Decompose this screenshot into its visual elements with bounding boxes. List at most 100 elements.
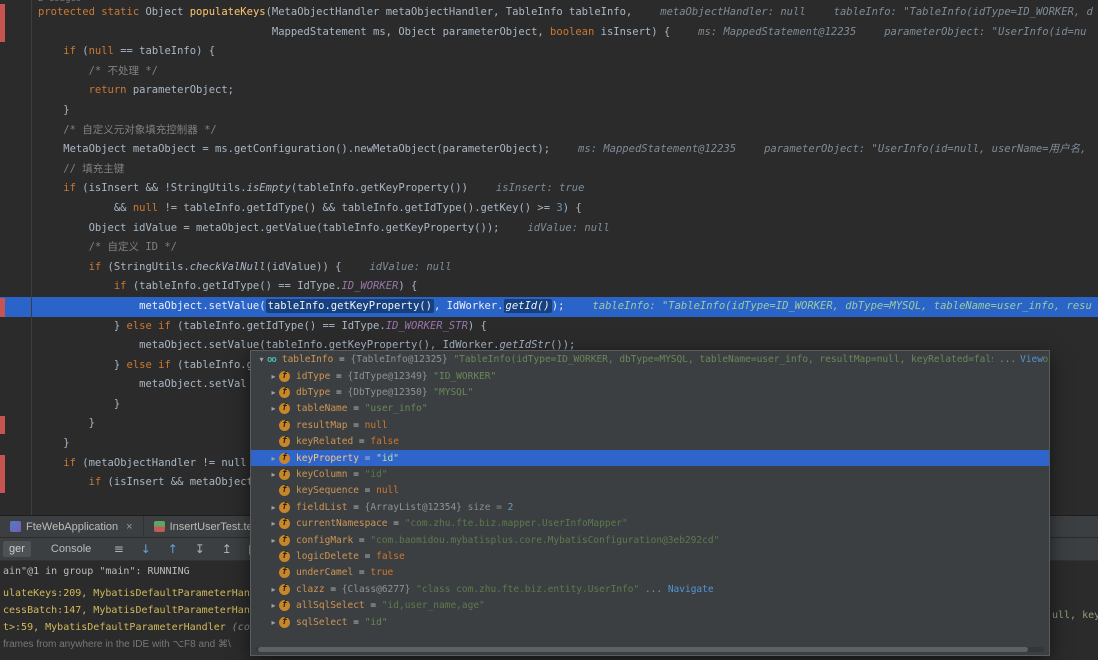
editor-line[interactable]: // 填充主键 [0, 160, 1098, 180]
editor-line[interactable]: if (null == tableInfo) { [0, 42, 1098, 62]
chevron-icon[interactable]: ▸ [268, 601, 279, 610]
field-icon: f [279, 436, 290, 447]
editor-line[interactable]: Object idValue = metaObject.getValue(tab… [0, 219, 1098, 239]
code-token: return [89, 84, 133, 96]
breakpoint-stripe[interactable] [0, 455, 5, 493]
chevron-icon[interactable]: ▸ [268, 536, 279, 545]
chevron-icon[interactable]: ▸ [268, 503, 279, 512]
chevron-icon[interactable]: ▸ [268, 585, 279, 594]
variable-row[interactable]: ▸fkeyColumn = "id" [251, 466, 1049, 482]
step-into-icon[interactable]: ↧ [192, 542, 207, 556]
variable-value: null [376, 485, 399, 496]
variable-row[interactable]: fresultMap = null [251, 417, 1049, 433]
frame-text: t>:59, MybatisDefaultParameterHandler [3, 622, 232, 633]
field-icon: f [279, 535, 290, 546]
step-out-icon[interactable]: ↥ [219, 542, 234, 556]
code-token: (isInsert && !StringUtils. [82, 182, 246, 194]
variable-row[interactable]: ▸fdbType = {DbType@12350} "MYSQL" [251, 384, 1049, 400]
variable-row[interactable]: ▸fidType = {IdType@12349} "ID_WORKER" [251, 368, 1049, 384]
chevron-icon[interactable]: ▸ [268, 404, 279, 413]
tool-tab[interactable]: FteWebApplication× [0, 516, 144, 537]
soft-wrap-icon[interactable]: ≡ [111, 542, 126, 556]
editor-line[interactable]: if (isInsert && !StringUtils.isEmpty(tab… [0, 179, 1098, 199]
code-token: if [63, 45, 82, 57]
variable-row[interactable]: flogicDelete = false [251, 548, 1049, 564]
variable-row[interactable]: ▸fclazz = {Class@6277} "class com.zhu.ft… [251, 581, 1049, 597]
equals-sign: = [359, 551, 376, 562]
variable-name: allSqlSelect [296, 600, 365, 611]
debugger-hint-text: frames from anywhere in the IDE with ⌥F8… [3, 639, 231, 650]
variable-rows: ▾ootableInfo = {TableInfo@12325} "TableI… [251, 351, 1049, 630]
chevron-icon[interactable]: ▾ [256, 355, 267, 364]
editor-line[interactable]: if (tableInfo.getIdType() == IdType.ID_W… [0, 277, 1098, 297]
chevron-icon[interactable]: ▸ [268, 454, 279, 463]
variable-row[interactable]: ▾ootableInfo = {TableInfo@12325} "TableI… [251, 351, 1049, 368]
variable-name: currentNamespace [296, 518, 388, 529]
variable-value: false [370, 436, 399, 447]
code-token: MappedStatement ms, Object parameterObje… [38, 26, 550, 38]
variable-row[interactable]: ▸ftableName = "user_info" [251, 401, 1049, 417]
variable-value: 2 [508, 502, 514, 513]
scroll-down-icon[interactable]: ↓ [138, 542, 153, 556]
variable-row[interactable]: ▸fallSqlSelect = "id,user_name,age" [251, 597, 1049, 613]
breakpoint-stripe[interactable] [0, 416, 5, 434]
breakpoint-stripe[interactable] [0, 298, 5, 317]
variable-value: ... [639, 584, 668, 595]
variable-row[interactable]: ▸fconfigMark = "com.baomidou.mybatisplus… [251, 532, 1049, 548]
variable-row[interactable]: fkeySequence = null [251, 483, 1049, 499]
code-token: parameterObject; [133, 84, 234, 96]
chevron-icon[interactable]: ▸ [268, 470, 279, 479]
editor-line[interactable]: /* 不处理 */ [0, 62, 1098, 82]
editor-line[interactable]: if (StringUtils.checkValNull(idValue)) {… [0, 258, 1098, 278]
code-token [38, 457, 63, 469]
code-token: ); [552, 300, 565, 312]
editor-line[interactable]: return parameterObject; [0, 81, 1098, 101]
field-icon: f [279, 453, 290, 464]
horizontal-scrollbar[interactable] [256, 647, 1044, 652]
code-token: if [63, 182, 82, 194]
ellipsis-text: ... [999, 354, 1016, 365]
field-icon: f [279, 502, 290, 513]
editor-line[interactable]: } else if (tableInfo.getIdType() == IdTy… [0, 317, 1098, 337]
variable-name: keyProperty [296, 453, 359, 464]
editor-line[interactable]: /* 自定义 ID */ [0, 238, 1098, 258]
inline-debug-hint: isInsert: true [496, 182, 585, 194]
console-tab[interactable]: Console [45, 541, 97, 557]
variable-row[interactable]: ▸fcurrentNamespace = "com.zhu.fte.biz.ma… [251, 516, 1049, 532]
field-icon: f [279, 371, 290, 382]
editor-line[interactable]: } [0, 101, 1098, 121]
variable-value: {TableInfo@12325} [351, 354, 454, 365]
chevron-icon[interactable]: ▸ [268, 372, 279, 381]
code-token: MetaObject metaObject = ms.getConfigurat… [38, 143, 550, 155]
view-link[interactable]: View [1020, 354, 1043, 365]
editor-line[interactable]: && null != tableInfo.getIdType() && tabl… [0, 199, 1098, 219]
field-icon: f [279, 485, 290, 496]
editor-line[interactable]: MappedStatement ms, Object parameterObje… [0, 23, 1098, 43]
editor-line[interactable]: protected static Object populateKeys(Met… [0, 3, 1098, 23]
variable-row[interactable]: fkeyRelated = false [251, 434, 1049, 450]
equals-sign: = [347, 617, 364, 628]
variable-row[interactable]: ▸fsqlSelect = "id" [251, 614, 1049, 630]
close-icon[interactable]: × [126, 521, 132, 533]
scroll-up-icon[interactable]: ↑ [165, 542, 180, 556]
variable-row[interactable]: ▸fkeyProperty = "id" [251, 450, 1049, 466]
chevron-icon[interactable]: ▸ [268, 388, 279, 397]
chevron-icon[interactable]: ▸ [268, 519, 279, 528]
navigate-link[interactable]: Navigate [668, 584, 714, 595]
scrollbar-thumb[interactable] [258, 647, 1028, 652]
editor-line[interactable]: /* 自定义元对象填充控制器 */ [0, 121, 1098, 141]
editor-line[interactable]: metaObject.setValue(tableInfo.getKeyProp… [0, 297, 1098, 317]
editor-line[interactable]: MetaObject metaObject = ms.getConfigurat… [0, 140, 1098, 160]
debugger-tab[interactable]: ger [3, 541, 31, 557]
variable-name: keyColumn [296, 469, 347, 480]
variable-row[interactable]: funderCamel = true [251, 565, 1049, 581]
code-token: isInsert) { [594, 26, 670, 38]
inline-debug-hint: tableInfo: "TableInfo(idType=ID_WORKER, … [834, 6, 1093, 18]
variable-name: idType [296, 371, 330, 382]
equals-sign: = [359, 453, 376, 464]
ide-window: 2 usages protected static Object populat… [0, 0, 1098, 660]
variable-row[interactable]: ▸ffieldList = {ArrayList@12354} size = 2 [251, 499, 1049, 515]
variable-value: "id,user_name,age" [382, 600, 485, 611]
breakpoint-stripe[interactable] [0, 4, 5, 42]
chevron-icon[interactable]: ▸ [268, 618, 279, 627]
